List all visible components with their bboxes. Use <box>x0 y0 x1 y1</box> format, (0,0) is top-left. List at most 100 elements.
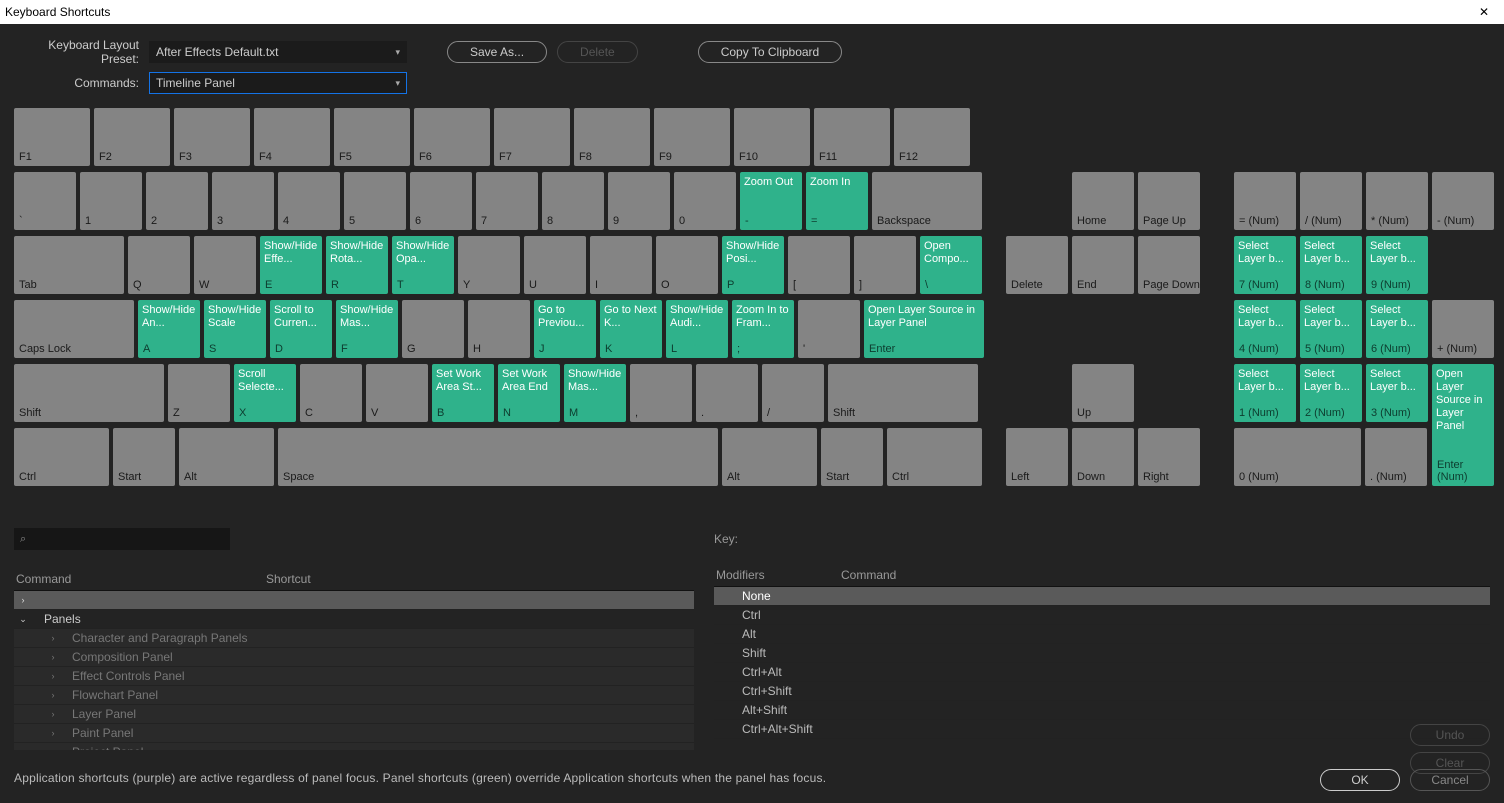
key-f8[interactable]: F8 <box>574 108 650 166</box>
modifier-row[interactable]: Alt+Shift <box>714 701 1490 720</box>
key-shift[interactable]: Shift <box>828 364 978 422</box>
key-9-num-[interactable]: Select Layer b...9 (Num) <box>1366 236 1428 294</box>
key-s[interactable]: Show/Hide ScaleS <box>204 300 266 358</box>
command-tree[interactable]: › ⌄ Panels ›Character and Paragraph Pane… <box>14 590 694 750</box>
key--num-[interactable]: = (Num) <box>1234 172 1296 230</box>
key--num-[interactable]: * (Num) <box>1366 172 1428 230</box>
key-o[interactable]: O <box>656 236 718 294</box>
key-delete[interactable]: Delete <box>1006 236 1068 294</box>
key-page-down[interactable]: Page Down <box>1138 236 1200 294</box>
key-8-num-[interactable]: Select Layer b...8 (Num) <box>1300 236 1362 294</box>
tree-row[interactable]: › <box>14 591 694 610</box>
key-f12[interactable]: F12 <box>894 108 970 166</box>
key-7[interactable]: 7 <box>476 172 538 230</box>
key-start[interactable]: Start <box>821 428 883 486</box>
key-space[interactable]: Space <box>278 428 718 486</box>
key-g[interactable]: G <box>402 300 464 358</box>
key--[interactable]: [ <box>788 236 850 294</box>
key-r[interactable]: Show/Hide Rota...R <box>326 236 388 294</box>
key-f7[interactable]: F7 <box>494 108 570 166</box>
key-0-num-[interactable]: 0 (Num) <box>1234 428 1361 486</box>
key--[interactable]: Zoom In= <box>806 172 868 230</box>
key--[interactable]: Zoom In to Fram...; <box>732 300 794 358</box>
key-n[interactable]: Set Work Area EndN <box>498 364 560 422</box>
tree-row[interactable]: ›Composition Panel <box>14 648 694 667</box>
key-z[interactable]: Z <box>168 364 230 422</box>
key-i[interactable]: I <box>590 236 652 294</box>
key-d[interactable]: Scroll to Curren...D <box>270 300 332 358</box>
key--[interactable]: Zoom Out- <box>740 172 802 230</box>
key--num-[interactable]: . (Num) <box>1365 428 1427 486</box>
key-f9[interactable]: F9 <box>654 108 730 166</box>
key-b[interactable]: Set Work Area St...B <box>432 364 494 422</box>
key-m[interactable]: Show/Hide Mas...M <box>564 364 626 422</box>
tree-row[interactable]: ›Paint Panel <box>14 724 694 743</box>
key-right[interactable]: Right <box>1138 428 1200 486</box>
commands-dropdown[interactable]: Timeline Panel ▾ <box>149 72 407 94</box>
key-end[interactable]: End <box>1072 236 1134 294</box>
key-ctrl[interactable]: Ctrl <box>887 428 982 486</box>
key-x[interactable]: Scroll Selecte...X <box>234 364 296 422</box>
key-1[interactable]: 1 <box>80 172 142 230</box>
key--num-[interactable]: - (Num) <box>1432 172 1494 230</box>
key-2-num-[interactable]: Select Layer b...2 (Num) <box>1300 364 1362 422</box>
copy-clipboard-button[interactable]: Copy To Clipboard <box>698 41 843 63</box>
key-caps-lock[interactable]: Caps Lock <box>14 300 134 358</box>
key--[interactable]: ' <box>798 300 860 358</box>
modifier-row[interactable]: Ctrl+Alt <box>714 663 1490 682</box>
key-tab[interactable]: Tab <box>14 236 124 294</box>
key-l[interactable]: Show/Hide Audi...L <box>666 300 728 358</box>
key-f[interactable]: Show/Hide Mas...F <box>336 300 398 358</box>
key--[interactable]: / <box>762 364 824 422</box>
key-1-num-[interactable]: Select Layer b...1 (Num) <box>1234 364 1296 422</box>
modifier-row[interactable]: Ctrl+Alt+Shift <box>714 720 1490 739</box>
key-a[interactable]: Show/Hide An...A <box>138 300 200 358</box>
key-j[interactable]: Go to Previou...J <box>534 300 596 358</box>
key-f6[interactable]: F6 <box>414 108 490 166</box>
key-p[interactable]: Show/Hide Posi...P <box>722 236 784 294</box>
key-home[interactable]: Home <box>1072 172 1134 230</box>
key-f10[interactable]: F10 <box>734 108 810 166</box>
modifiers-list[interactable]: NoneCtrlAltShiftCtrl+AltCtrl+ShiftAlt+Sh… <box>714 586 1490 739</box>
modifier-row[interactable]: None <box>714 587 1490 606</box>
modifier-row[interactable]: Ctrl+Shift <box>714 682 1490 701</box>
key-9[interactable]: 9 <box>608 172 670 230</box>
key-y[interactable]: Y <box>458 236 520 294</box>
key--[interactable]: ] <box>854 236 916 294</box>
key-enter[interactable]: Open Layer Source in Layer PanelEnter <box>864 300 984 358</box>
key-h[interactable]: H <box>468 300 530 358</box>
key-e[interactable]: Show/Hide Effe...E <box>260 236 322 294</box>
key-6-num-[interactable]: Select Layer b...6 (Num) <box>1366 300 1428 358</box>
tree-row[interactable]: ›Effect Controls Panel <box>14 667 694 686</box>
tree-row[interactable]: ›Layer Panel <box>14 705 694 724</box>
key--[interactable]: , <box>630 364 692 422</box>
key-up[interactable]: Up <box>1072 364 1134 422</box>
key-f4[interactable]: F4 <box>254 108 330 166</box>
key-u[interactable]: U <box>524 236 586 294</box>
tree-row[interactable]: ›Project Panel <box>14 743 694 750</box>
key-page-up[interactable]: Page Up <box>1138 172 1200 230</box>
key-4-num-[interactable]: Select Layer b...4 (Num) <box>1234 300 1296 358</box>
close-icon[interactable]: ✕ <box>1464 0 1504 24</box>
key-5[interactable]: 5 <box>344 172 406 230</box>
key-2[interactable]: 2 <box>146 172 208 230</box>
key-f1[interactable]: F1 <box>14 108 90 166</box>
key--[interactable]: Open Compo...\ <box>920 236 982 294</box>
key-shift[interactable]: Shift <box>14 364 164 422</box>
key-q[interactable]: Q <box>128 236 190 294</box>
key-3-num-[interactable]: Select Layer b...3 (Num) <box>1366 364 1428 422</box>
key-0[interactable]: 0 <box>674 172 736 230</box>
key-f2[interactable]: F2 <box>94 108 170 166</box>
key--num-[interactable]: / (Num) <box>1300 172 1362 230</box>
key-8[interactable]: 8 <box>542 172 604 230</box>
preset-dropdown[interactable]: After Effects Default.txt ▾ <box>149 41 407 63</box>
key-7-num-[interactable]: Select Layer b...7 (Num) <box>1234 236 1296 294</box>
modifier-row[interactable]: Shift <box>714 644 1490 663</box>
key--[interactable]: . <box>696 364 758 422</box>
key-enter-num-[interactable]: Open Layer Source in Layer PanelEnter (N… <box>1432 364 1494 486</box>
cancel-button[interactable]: Cancel <box>1410 769 1490 791</box>
key-f11[interactable]: F11 <box>814 108 890 166</box>
key-alt[interactable]: Alt <box>179 428 274 486</box>
key-3[interactable]: 3 <box>212 172 274 230</box>
key--num-[interactable]: + (Num) <box>1432 300 1494 358</box>
